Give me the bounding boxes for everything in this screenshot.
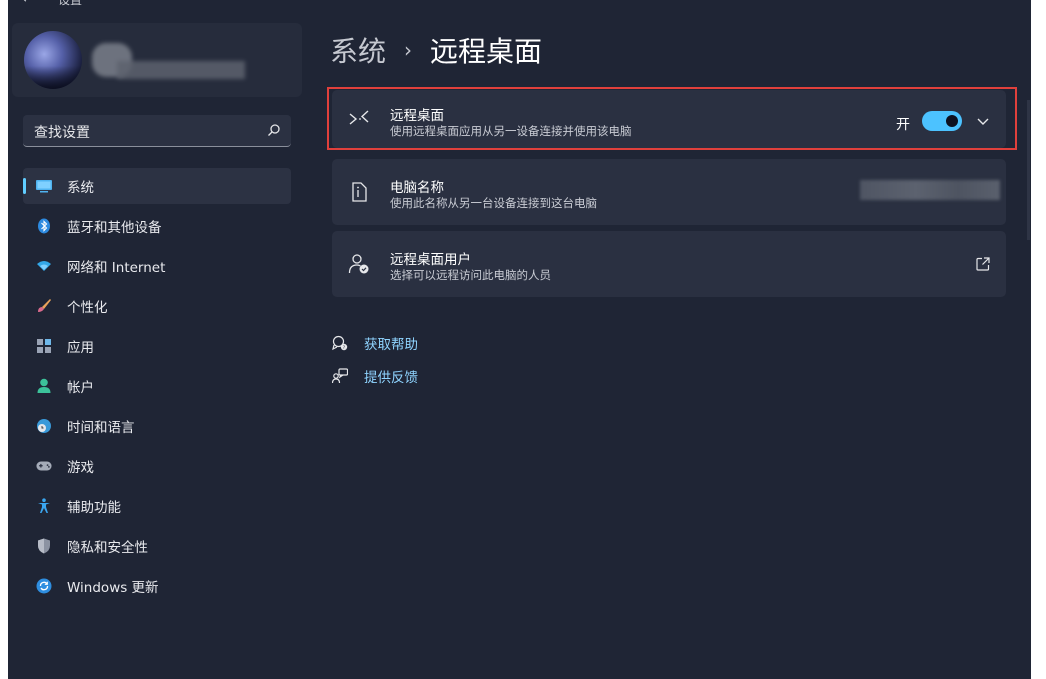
bluetooth-icon (36, 218, 52, 234)
sidebar-item-bluetooth[interactable]: 蓝牙和其他设备 (23, 208, 291, 244)
remote-desktop-card[interactable]: 远程桌面 使用远程桌面应用从另一设备连接并使用该电脑 开 (332, 90, 1006, 148)
sidebar-item-label: 网络和 Internet (67, 260, 166, 276)
desktop-background (1031, 0, 1046, 679)
sidebar-item-time-language[interactable]: 时间和语言 (23, 408, 291, 444)
sidebar-item-label: 游戏 (67, 460, 94, 476)
sidebar-item-personalization[interactable]: 个性化 (23, 288, 291, 324)
get-help-link[interactable]: ? 获取帮助 (332, 333, 418, 353)
give-feedback-link[interactable]: 提供反馈 (332, 366, 418, 386)
sidebar-item-label: Windows 更新 (67, 580, 159, 596)
help-icon: ? (332, 335, 348, 351)
sidebar-item-accessibility[interactable]: 辅助功能 (23, 488, 291, 524)
sidebar-item-gaming[interactable]: 游戏 (23, 448, 291, 484)
window-title: 设置 (58, 0, 83, 7)
page-title: 远程桌面 (430, 35, 543, 68)
remote-desktop-desc: 使用远程桌面应用从另一设备连接并使用该电脑 (390, 124, 632, 138)
sidebar-item-accounts[interactable]: 帐户 (23, 368, 291, 404)
users-check-icon (348, 253, 370, 275)
sidebar-item-system[interactable]: 系统 (23, 168, 291, 204)
sidebar-item-label: 个性化 (67, 300, 108, 316)
breadcrumb-separator: › (404, 38, 413, 62)
sidebar-item-label: 系统 (67, 180, 94, 196)
get-help-label: 获取帮助 (364, 337, 418, 353)
globe-clock-icon (36, 418, 52, 434)
breadcrumb-parent[interactable]: 系统 (330, 30, 386, 70)
accessibility-icon (36, 498, 52, 514)
shield-icon (36, 538, 52, 554)
redacted-email (117, 61, 245, 79)
back-arrow-icon[interactable]: ← (22, 0, 34, 7)
sidebar-item-label: 辅助功能 (67, 500, 121, 516)
sidebar-item-label: 时间和语言 (67, 420, 135, 436)
sidebar-item-network[interactable]: 网络和 Internet (23, 248, 291, 284)
search-input[interactable]: 查找设置 (23, 115, 291, 147)
external-link-icon[interactable] (976, 257, 990, 271)
sidebar-item-windows-update[interactable]: Windows 更新 (23, 568, 291, 604)
search-icon (268, 124, 280, 136)
avatar (24, 31, 82, 89)
brush-icon (36, 298, 52, 314)
sidebar-item-label: 隐私和安全性 (67, 540, 148, 556)
pc-name-title: 电脑名称 (390, 180, 444, 196)
remote-desktop-title: 远程桌面 (390, 108, 444, 124)
remote-desktop-icon (348, 108, 370, 130)
redacted-pc-name (860, 180, 1000, 200)
pc-name-card: 电脑名称 使用此名称从另一台设备连接到这台电脑 (332, 159, 1006, 225)
profile-card[interactable] (12, 23, 302, 97)
wifi-icon (36, 258, 52, 274)
sidebar-item-label: 蓝牙和其他设备 (67, 220, 162, 236)
chevron-down-icon[interactable] (976, 114, 990, 128)
search-placeholder: 查找设置 (34, 125, 90, 141)
sidebar-item-label: 帐户 (67, 380, 94, 396)
remote-desktop-users-card[interactable]: 远程桌面用户 选择可以远程访问此电脑的人员 (332, 231, 1006, 297)
refresh-icon (36, 578, 52, 594)
pc-name-desc: 使用此名称从另一台设备连接到这台电脑 (390, 196, 597, 210)
settings-window: ← 设置 查找设置 系统 蓝牙和其他设备 (8, 0, 1031, 679)
rd-users-desc: 选择可以远程访问此电脑的人员 (390, 268, 551, 282)
remote-desktop-toggle[interactable] (922, 111, 962, 131)
give-feedback-label: 提供反馈 (364, 370, 418, 386)
feedback-icon (332, 368, 348, 384)
sidebar-item-privacy[interactable]: 隐私和安全性 (23, 528, 291, 564)
rd-users-title: 远程桌面用户 (390, 252, 471, 268)
monitor-icon (36, 178, 52, 194)
pc-info-icon (348, 181, 370, 203)
account-icon (36, 378, 52, 394)
sidebar-item-label: 应用 (67, 340, 94, 356)
apps-icon (36, 338, 52, 354)
breadcrumb: 系统 › 远程桌面 (330, 30, 542, 70)
title-bar: ← 设置 (8, 0, 1031, 8)
sidebar-nav: 系统 蓝牙和其他设备 网络和 Internet 个性化 应用 帐户 时间和语言 … (23, 168, 291, 608)
toggle-state-label: 开 (896, 117, 910, 133)
scrollbar[interactable] (1027, 100, 1030, 240)
gamepad-icon (36, 458, 52, 474)
toggle-knob (946, 115, 958, 127)
sidebar-item-apps[interactable]: 应用 (23, 328, 291, 364)
